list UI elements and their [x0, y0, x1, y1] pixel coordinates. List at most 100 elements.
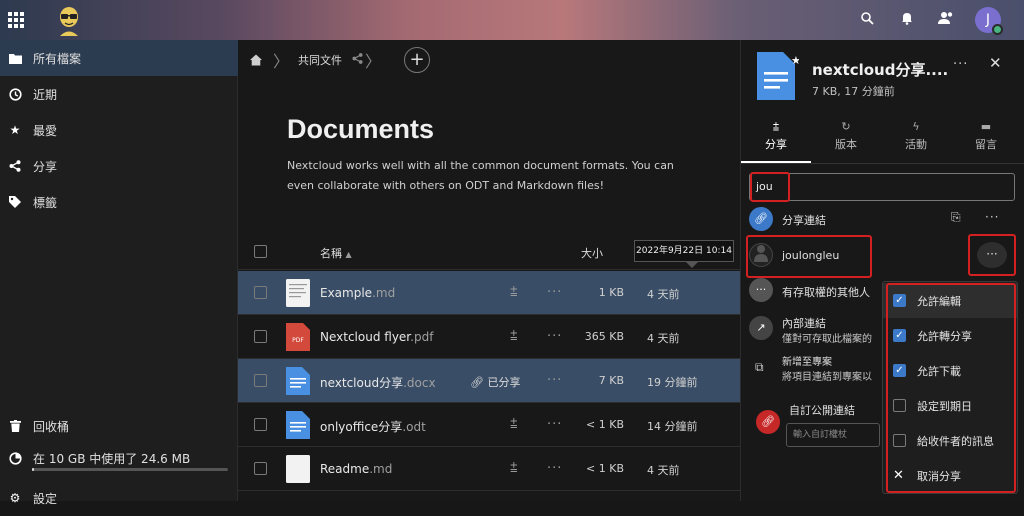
gear-icon: ⚙ [9, 491, 21, 505]
more-options-icon[interactable]: ··· [985, 210, 999, 224]
page-title: Documents [287, 114, 435, 144]
others-with-access-label[interactable]: 有存取權的其他人 [782, 284, 870, 300]
more-options-icon[interactable]: ··· [547, 417, 562, 432]
close-icon[interactable]: ✕ [989, 54, 1002, 72]
sidebar-item-shares[interactable]: 分享 [0, 148, 238, 184]
new-file-button[interactable]: + [404, 47, 431, 73]
more-options-icon[interactable]: ··· [547, 285, 562, 300]
file-modified-date: 19 分鐘前 [647, 376, 698, 389]
tab-sharing[interactable]: ⩲ 分享 [741, 120, 811, 152]
quota-label: 在 10 GB 中使用了 24.6 MB [33, 451, 191, 466]
comment-icon: ▬ [980, 120, 992, 133]
file-base-name: Example [320, 286, 373, 300]
file-extension: .odt [402, 420, 426, 434]
sidebar-item-label: 回收桶 [33, 419, 70, 434]
sidebar-item-favorites[interactable]: ★ 最愛 [0, 112, 238, 148]
sidebar-item-label: 分享 [33, 159, 58, 174]
custom-token-input[interactable]: 輸入自訂權杖 [786, 423, 880, 447]
share-link-label: 分享連結 [782, 214, 826, 227]
add-project-title[interactable]: 新增至專案 [782, 353, 832, 368]
contacts-icon[interactable] [937, 11, 955, 29]
file-extension: .pdf [410, 330, 434, 344]
share-icon[interactable]: ⩲ [510, 329, 518, 344]
table-row[interactable]: Example.md ⩲ ··· 1 KB 4 天前 [238, 271, 740, 315]
row-checkbox[interactable] [254, 374, 267, 387]
sidebar-item-recent[interactable]: 近期 [0, 76, 238, 112]
column-name-header[interactable]: 名稱 ▲ [320, 245, 352, 261]
file-name[interactable]: onlyoffice分享.odt [320, 418, 426, 435]
clipboard-icon[interactable]: ⎘ [951, 210, 961, 225]
panel-file-meta: 7 KB, 17 分鐘前 [812, 85, 895, 98]
highlight-menu-box [886, 283, 1016, 493]
file-size: 365 KB [584, 330, 624, 343]
add-project-description: 將項目連結到專案以 [782, 372, 872, 383]
more-options-icon[interactable]: ··· [547, 373, 562, 388]
bell-icon[interactable] [898, 11, 916, 29]
row-checkbox[interactable] [254, 418, 267, 431]
file-list-area: 〉 共同文件 〉 + Documents Nextcloud works wel… [238, 40, 740, 501]
tab-versions[interactable]: ↻ 版本 [811, 120, 881, 152]
internal-link-title: 內部連結 [782, 317, 826, 330]
more-options-icon[interactable]: ··· [547, 461, 562, 476]
sidebar-item-all-files[interactable]: 所有檔案 [0, 40, 238, 76]
table-row[interactable]: Readme.md ⩲ ··· < 1 KB 4 天前 [238, 447, 740, 491]
row-checkbox[interactable] [254, 462, 267, 475]
file-size: < 1 KB [586, 462, 624, 475]
select-all-checkbox[interactable] [254, 245, 267, 258]
share-icon[interactable] [352, 53, 363, 67]
tab-label: 分享 [765, 138, 787, 151]
file-extension: .docx [403, 376, 436, 390]
row-checkbox[interactable] [254, 286, 267, 299]
folder-icon [8, 51, 22, 65]
shared-status[interactable]: 🔗︎ 已分享 [470, 374, 520, 390]
share-icon [8, 159, 22, 173]
more-options-icon[interactable]: ··· [547, 329, 562, 344]
tab-activity[interactable]: ϟ 活動 [881, 120, 951, 152]
breadcrumb-folder[interactable]: 共同文件 [298, 52, 342, 68]
table-row[interactable]: nextcloud分享.docx 🔗︎ 已分享 ··· 7 KB 19 分鐘前 [238, 359, 740, 403]
share-icon[interactable]: ⩲ [510, 285, 518, 300]
row-checkbox[interactable] [254, 330, 267, 343]
folder-description: Nextcloud works well with all the common… [287, 159, 674, 192]
sidebar-item-settings[interactable]: ⚙ 設定 [0, 480, 238, 516]
share-icon: ⩲ [772, 120, 780, 133]
breadcrumb-separator: 〉 [273, 52, 290, 71]
top-header: J [0, 0, 1024, 40]
file-name[interactable]: Nextcloud flyer.pdf [320, 330, 433, 344]
file-name[interactable]: Readme.md [320, 462, 392, 476]
user-avatar[interactable]: J [975, 7, 1003, 35]
app-grid-icon[interactable] [8, 12, 24, 28]
file-name[interactable]: Example.md [320, 286, 395, 300]
sidebar-item-tags[interactable]: 標籤 [0, 184, 238, 220]
sidebar: 所有檔案 近期 ★ 最愛 分享 標籤 回收桶 在 10 GB 中使用了 24.6… [0, 40, 238, 506]
internal-link-description: 僅對可存取此檔案的 [782, 334, 872, 345]
svg-text:PDF: PDF [292, 337, 304, 344]
tab-divider [741, 163, 1024, 164]
quota-progress-bar [32, 468, 228, 471]
file-base-name: onlyoffice分享 [320, 420, 403, 434]
link-icon: 🔗︎ [749, 207, 773, 231]
file-base-name: nextcloud分享 [320, 376, 404, 390]
tooltip-arrow [686, 262, 698, 268]
sidebar-item-trash[interactable]: 回收桶 [0, 408, 238, 444]
file-extension: .md [372, 286, 396, 300]
document-icon [286, 411, 310, 439]
tab-comments[interactable]: ▬ 留言 [951, 120, 1021, 152]
table-row[interactable]: PDF Nextcloud flyer.pdf ⩲ ··· 365 KB 4 天… [238, 315, 740, 359]
svg-text:★: ★ [791, 54, 799, 67]
date-tooltip: 2022年9月22日 10:14 [634, 240, 734, 262]
logo-icon[interactable] [54, 4, 84, 36]
sidebar-item-label: 最愛 [33, 123, 58, 138]
table-row[interactable]: onlyoffice分享.odt ⩲ ··· < 1 KB 14 分鐘前 [238, 403, 740, 447]
more-options-icon[interactable]: ··· [953, 57, 968, 72]
link-icon: 🔗︎ [470, 376, 484, 389]
star-icon: ★ [9, 123, 21, 137]
file-name[interactable]: nextcloud分享.docx [320, 374, 436, 391]
home-icon[interactable] [250, 54, 264, 66]
tab-label: 活動 [905, 138, 927, 151]
share-icon[interactable]: ⩲ [510, 417, 518, 432]
column-size-header[interactable]: 大小 [581, 245, 603, 261]
link-icon: 🔗︎ [756, 410, 780, 434]
search-icon[interactable] [858, 11, 876, 29]
share-icon[interactable]: ⩲ [510, 461, 518, 476]
